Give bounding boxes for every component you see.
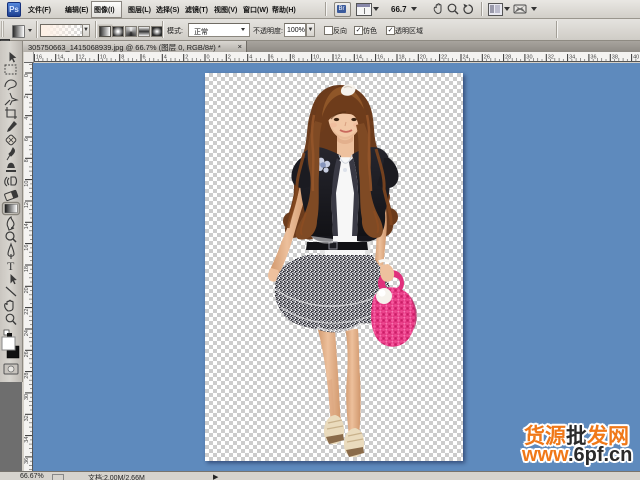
svg-text:8: 8 [24, 159, 30, 162]
svg-text:16: 16 [24, 245, 30, 251]
svg-text:4: 4 [24, 117, 30, 120]
svg-text:24: 24 [463, 55, 469, 61]
svg-text:32: 32 [24, 415, 30, 421]
svg-text:12: 12 [24, 202, 30, 208]
svg-text:0: 0 [24, 74, 30, 77]
svg-text:T: T [7, 259, 15, 273]
svg-text:38: 38 [612, 55, 618, 61]
svg-text:10: 10 [100, 55, 106, 61]
svg-text:2: 2 [24, 95, 30, 98]
svg-text:28: 28 [24, 373, 30, 379]
svg-text:16: 16 [36, 55, 42, 61]
svg-text:22: 22 [24, 309, 30, 315]
svg-text:14: 14 [24, 223, 30, 229]
svg-text:32: 32 [548, 55, 554, 61]
svg-text:24: 24 [24, 330, 30, 336]
svg-text:36: 36 [24, 458, 30, 464]
svg-text:34: 34 [24, 437, 30, 443]
svg-text:30: 30 [24, 394, 30, 400]
svg-text:10: 10 [24, 181, 30, 187]
svg-text:26: 26 [24, 351, 30, 357]
svg-text:18: 18 [24, 266, 30, 272]
svg-text:12: 12 [335, 55, 341, 61]
svg-text:20: 20 [24, 287, 30, 293]
svg-text:18: 18 [399, 55, 405, 61]
svg-text:6: 6 [24, 138, 30, 141]
